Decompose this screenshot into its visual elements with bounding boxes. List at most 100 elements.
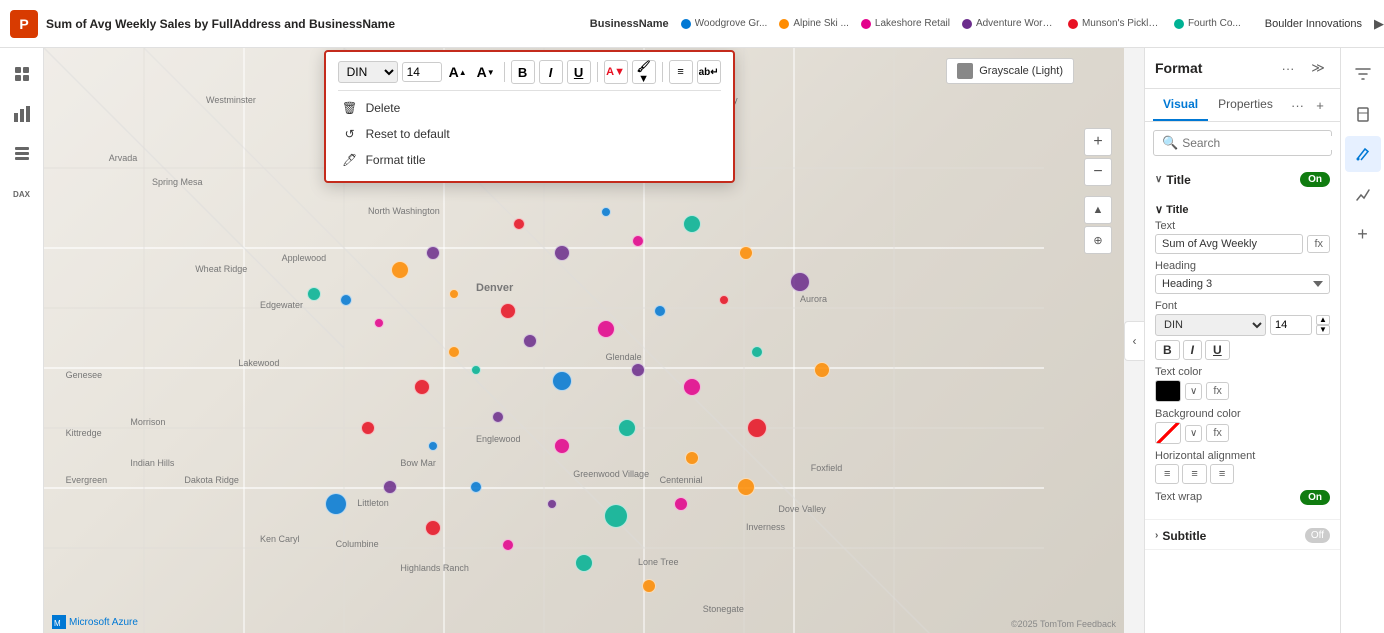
heading-field-row: Heading Heading 3 Heading 1 Heading 2 xyxy=(1155,260,1330,294)
add-btn[interactable]: + xyxy=(1308,93,1332,117)
map-dot xyxy=(674,497,688,511)
font-name-select[interactable]: DIN xyxy=(1155,314,1266,336)
spinner-down[interactable]: ▼ xyxy=(1316,325,1330,335)
map-dot xyxy=(685,451,699,465)
legend-item-1: Woodgrove Gr... xyxy=(681,18,768,29)
north-btn[interactable]: ▲ xyxy=(1084,196,1112,224)
font-size-input[interactable] xyxy=(402,62,442,82)
map-dot xyxy=(307,287,321,301)
floating-toolbar: DIN A▲ A▼ B I U A▼ 🖌▼ ≡ ab↵ xyxy=(324,50,735,183)
underline-btn[interactable]: U xyxy=(567,60,591,84)
header-icons: ··· ≫ xyxy=(1276,56,1330,80)
title-section-header[interactable]: ∨ Title On xyxy=(1145,164,1340,193)
main-area: DAX xyxy=(0,48,1384,633)
tab-visual[interactable]: Visual xyxy=(1153,89,1208,121)
text-fx-btn[interactable]: fx xyxy=(1307,235,1330,253)
map-dot xyxy=(597,320,615,338)
bold-btn[interactable]: B xyxy=(511,60,535,84)
expand-btn[interactable]: ≫ xyxy=(1306,56,1330,80)
reset-menu-item[interactable]: ↺ Reset to default xyxy=(338,121,721,147)
text-color-fx-btn[interactable]: fx xyxy=(1206,382,1229,400)
search-input[interactable] xyxy=(1182,136,1337,150)
bg-color-swatch[interactable] xyxy=(1155,422,1181,444)
wrap-btn[interactable]: ab↵ xyxy=(697,60,721,84)
font-size-spinner: ▲ ▼ xyxy=(1316,315,1330,335)
legend-dot-5 xyxy=(1068,19,1078,29)
add-visual-icon[interactable]: + xyxy=(1345,216,1381,252)
align-row: Horizontal alignment ≡ ≡ ≡ xyxy=(1155,450,1330,484)
map-label-littleton: Littleton xyxy=(357,498,389,508)
chart-title: Sum of Avg Weekly Sales by FullAddress a… xyxy=(46,17,395,31)
bg-color-chevron[interactable]: ∨ xyxy=(1185,425,1202,442)
align-left-btn[interactable]: ≡ xyxy=(1155,464,1179,484)
format-paintbrush-icon[interactable] xyxy=(1345,136,1381,172)
panel-tabs: Visual Properties ··· + xyxy=(1145,89,1340,122)
bookmark-icon[interactable] xyxy=(1345,96,1381,132)
tab-more[interactable]: ··· xyxy=(1291,98,1304,113)
font-shrink-btn[interactable]: A▼ xyxy=(474,60,498,84)
font-grow-btn[interactable]: A▲ xyxy=(446,60,470,84)
expand-icon[interactable]: ▶ xyxy=(1374,16,1384,32)
spinner-up[interactable]: ▲ xyxy=(1316,315,1330,325)
map-label-springmesa: Spring Mesa xyxy=(152,177,203,187)
align-right-btn[interactable]: ≡ xyxy=(1210,464,1234,484)
delete-menu-item[interactable]: 🗑 Delete xyxy=(338,95,721,121)
collapse-panel-btn[interactable]: ‹ xyxy=(1124,321,1144,361)
azure-logo: M Microsoft Azure xyxy=(52,615,138,629)
map-label-applewood: Applewood xyxy=(282,253,327,263)
analytics-icon[interactable] xyxy=(1345,176,1381,212)
filter-icon[interactable] xyxy=(1345,56,1381,92)
bold-format-btn[interactable]: B xyxy=(1155,340,1180,360)
font-color-btn[interactable]: A▼ xyxy=(604,60,628,84)
format-title-menu-item[interactable]: 🖊 Format title xyxy=(338,147,721,173)
italic-format-btn[interactable]: I xyxy=(1183,340,1202,360)
visuals-icon[interactable] xyxy=(4,96,40,132)
delete-label: Delete xyxy=(366,101,401,115)
heading-select[interactable]: Heading 3 Heading 1 Heading 2 xyxy=(1155,274,1330,294)
fill-color-btn[interactable]: 🖌▼ xyxy=(632,60,656,84)
more-options-btn[interactable]: ··· xyxy=(1276,56,1300,80)
align-btn[interactable]: ≡ xyxy=(669,60,693,84)
search-box: 🔍 xyxy=(1153,130,1332,156)
subtitle-section: › Subtitle Off xyxy=(1145,520,1340,550)
pages-icon[interactable] xyxy=(4,56,40,92)
text-field-control: fx xyxy=(1155,234,1330,254)
underline-format-btn[interactable]: U xyxy=(1205,340,1230,360)
text-input[interactable] xyxy=(1155,234,1303,254)
font-field-label: Font xyxy=(1155,300,1330,312)
tab-properties[interactable]: Properties xyxy=(1208,89,1283,121)
right-icon-sidebar: + xyxy=(1340,48,1384,633)
text-color-chevron[interactable]: ∨ xyxy=(1185,383,1202,400)
font-row: DIN ▲ ▼ xyxy=(1155,314,1330,336)
location-btn[interactable]: ⊕ xyxy=(1084,226,1112,254)
dax-icon[interactable]: DAX xyxy=(4,176,40,212)
zoom-in-btn[interactable]: + xyxy=(1084,128,1112,156)
legend-bar: BusinessName Woodgrove Gr... Alpine Ski … xyxy=(590,16,1384,32)
italic-btn[interactable]: I xyxy=(539,60,563,84)
map-dot xyxy=(554,245,570,261)
title-subsection-label: ∨ Title xyxy=(1155,203,1330,216)
map-label-bowmar: Bow Mar xyxy=(400,458,436,468)
map-label-northwashington: North Washington xyxy=(368,206,440,216)
font-select[interactable]: DIN xyxy=(338,61,398,83)
font-size-input[interactable] xyxy=(1270,315,1312,335)
text-color-swatch[interactable] xyxy=(1155,380,1181,402)
separator-2 xyxy=(597,62,598,82)
legend-item-2: Alpine Ski ... xyxy=(779,18,849,29)
legend-item-5: Munson's Pickles ... xyxy=(1068,18,1162,29)
footer-copy: ©2025 TomTom Feedback xyxy=(1011,619,1116,629)
map-dot xyxy=(751,346,763,358)
textwrap-toggle[interactable]: On xyxy=(1300,490,1330,505)
map-dot xyxy=(500,303,516,319)
subtitle-section-header[interactable]: › Subtitle Off xyxy=(1145,520,1340,549)
bg-color-fx-btn[interactable]: fx xyxy=(1206,424,1229,442)
data-icon[interactable] xyxy=(4,136,40,172)
map-dot xyxy=(683,378,701,396)
subtitle-toggle[interactable]: Off xyxy=(1305,528,1330,543)
subtitle-section-label: Subtitle xyxy=(1162,529,1206,543)
align-center-btn[interactable]: ≡ xyxy=(1182,464,1206,484)
map-dot xyxy=(449,289,459,299)
zoom-out-btn[interactable]: − xyxy=(1084,158,1112,186)
title-toggle[interactable]: On xyxy=(1300,172,1330,187)
format-title-icon: 🖊 xyxy=(342,152,358,168)
